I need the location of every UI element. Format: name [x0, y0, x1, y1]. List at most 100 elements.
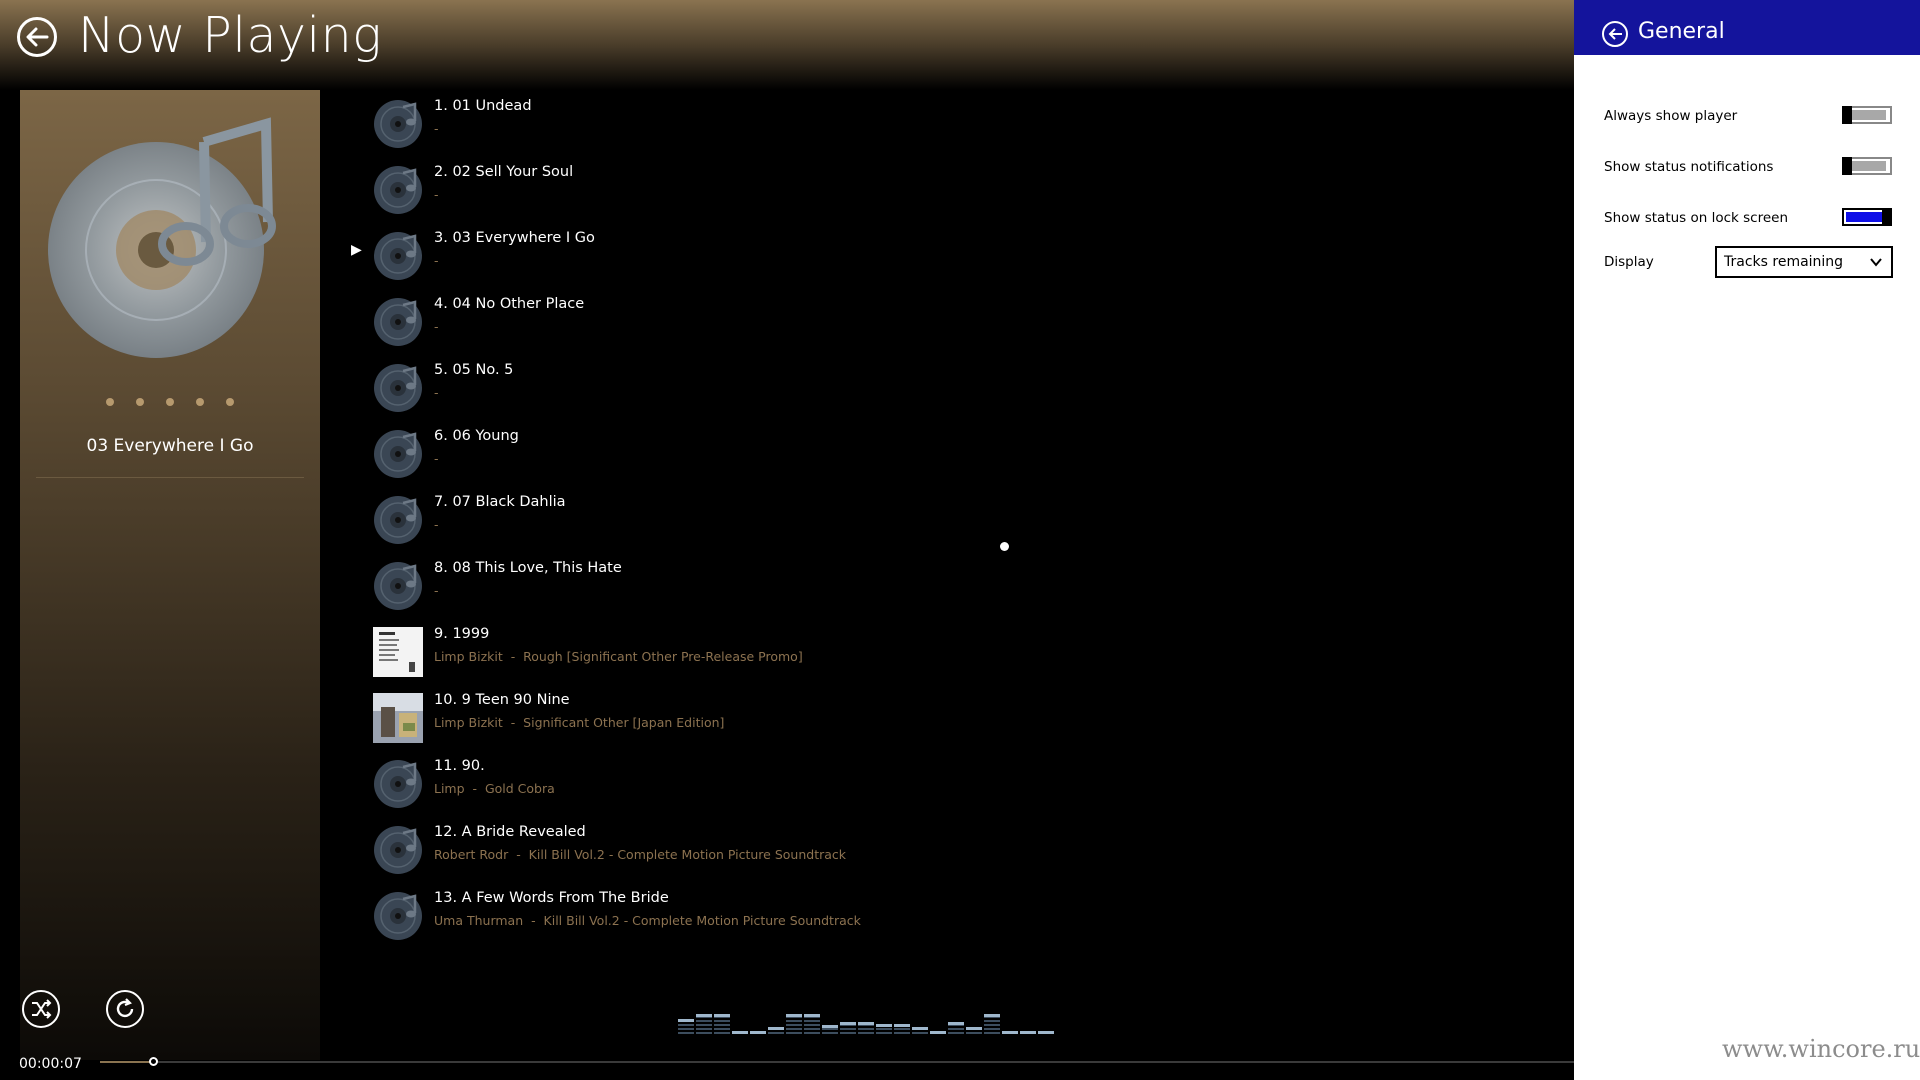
- playlist-track[interactable]: 1. 01 Undead -: [345, 94, 1245, 160]
- show-status-lock-screen-label: Show status on lock screen: [1604, 210, 1789, 226]
- rating-dot[interactable]: [166, 398, 174, 406]
- subtitle-separator: -: [464, 781, 485, 796]
- track-title: 11. 90.: [434, 758, 485, 774]
- equalizer-bar: [930, 1031, 946, 1034]
- now-playing-title: 03 Everywhere I Go: [86, 436, 254, 456]
- show-status-lock-screen-toggle[interactable]: [1842, 208, 1892, 226]
- equalizer-bar: [948, 1022, 964, 1034]
- playlist-track[interactable]: 7. 07 Black Dahlia -: [345, 490, 1245, 556]
- track-title: 2. 02 Sell Your Soul: [434, 164, 574, 180]
- equalizer-bar-cap: [930, 1031, 946, 1034]
- toggle-track: [1846, 212, 1882, 222]
- track-artist: -: [434, 253, 439, 268]
- now-playing-panel: 03 Everywhere I Go: [20, 90, 320, 1060]
- rating-dot[interactable]: [136, 398, 144, 406]
- playlist-track[interactable]: 10. 9 Teen 90 Nine Limp Bizkit - Signific…: [345, 688, 1245, 754]
- equalizer-bar-cap: [804, 1014, 820, 1017]
- playlist-track[interactable]: 8. 08 This Love, This Hate -: [345, 556, 1245, 622]
- arrow-left-icon: [1608, 28, 1622, 40]
- equalizer-bar-cap: [894, 1024, 910, 1027]
- track-artist: -: [434, 583, 439, 598]
- equalizer-visualizer: [678, 1000, 1054, 1034]
- rating-dots[interactable]: [20, 398, 320, 406]
- equalizer-bar: [1002, 1031, 1018, 1034]
- elapsed-time: 00:00:07: [19, 1056, 82, 1072]
- track-thumbnail: [373, 495, 423, 545]
- always-show-player-toggle[interactable]: [1842, 106, 1892, 124]
- playlist-track[interactable]: 5. 05 No. 5 -: [345, 358, 1245, 424]
- rating-dot[interactable]: [226, 398, 234, 406]
- track-artist: -: [434, 187, 439, 202]
- track-subtitle: Uma Thurman - Kill Bill Vol.2 - Complete…: [434, 913, 861, 929]
- album-art: [36, 102, 304, 382]
- toggle-track: [1850, 161, 1886, 171]
- track-title: 6. 06 Young: [434, 428, 519, 444]
- track-album: Kill Bill Vol.2 - Complete Motion Pictur…: [543, 913, 861, 928]
- watermark: www.wincore.ru: [1722, 1035, 1920, 1063]
- track-artist: Limp Bizkit: [434, 649, 503, 664]
- progress-slider[interactable]: [100, 1057, 1574, 1066]
- show-status-notifications-label: Show status notifications: [1604, 159, 1774, 175]
- display-select[interactable]: Tracks remaining: [1715, 246, 1893, 278]
- equalizer-bar: [714, 1014, 730, 1034]
- track-thumbnail: [373, 363, 423, 413]
- track-title: 3. 03 Everywhere I Go: [434, 230, 595, 246]
- equalizer-bar-cap: [1002, 1031, 1018, 1034]
- playlist-track[interactable]: 4. 04 No Other Place -: [345, 292, 1245, 358]
- equalizer-bar: [750, 1031, 766, 1034]
- show-status-notifications-toggle[interactable]: [1842, 157, 1892, 175]
- track-thumbnail: [373, 561, 423, 611]
- equalizer-bar: [732, 1031, 748, 1034]
- equalizer-bar-cap: [768, 1027, 784, 1030]
- playlist-track[interactable]: 12. A Bride Revealed Robert Rodr - Kill B…: [345, 820, 1245, 886]
- equalizer-bar: [912, 1027, 928, 1034]
- display-select-value: Tracks remaining: [1724, 254, 1844, 270]
- toggle-knob: [1882, 208, 1892, 226]
- track-subtitle: -: [434, 253, 595, 269]
- app-root: Now Playing 03 Everywhere I Go 00:00:07 …: [0, 0, 1920, 1080]
- track-title: 10. 9 Teen 90 Nine: [434, 692, 570, 708]
- equalizer-bar: [786, 1014, 802, 1034]
- subtitle-separator: -: [508, 847, 529, 862]
- track-artist: Uma Thurman: [434, 913, 524, 928]
- track-thumbnail: [373, 231, 423, 281]
- track-subtitle: Limp Bizkit - Significant Other [Japan E…: [434, 715, 724, 731]
- track-text: 8. 08 This Love, This Hate -: [434, 560, 622, 599]
- track-subtitle: -: [434, 385, 513, 401]
- equalizer-bar-cap: [966, 1027, 982, 1030]
- playlist-track[interactable]: 2. 02 Sell Your Soul -: [345, 160, 1245, 226]
- playlist-track[interactable]: 11. 90. Limp - Gold Cobra: [345, 754, 1245, 820]
- shuffle-button[interactable]: [22, 990, 60, 1028]
- track-subtitle: Robert Rodr - Kill Bill Vol.2 - Complete…: [434, 847, 846, 863]
- equalizer-bar-cap: [822, 1025, 838, 1028]
- playlist-track[interactable]: 9. 1999 Limp Bizkit - Rough [Significant …: [345, 622, 1245, 688]
- equalizer-bar-cap: [1020, 1031, 1036, 1034]
- track-thumbnail: [373, 891, 423, 941]
- toggle-track: [1850, 110, 1886, 120]
- subtitle-separator: -: [523, 913, 544, 928]
- track-text: 3. 03 Everywhere I Go -: [434, 230, 595, 269]
- display-label: Display: [1604, 254, 1654, 270]
- equalizer-bar: [822, 1025, 838, 1034]
- rating-dot[interactable]: [106, 398, 114, 406]
- repeat-button[interactable]: [106, 990, 144, 1028]
- equalizer-bar-cap: [696, 1014, 712, 1017]
- rating-dot[interactable]: [196, 398, 204, 406]
- track-title: 5. 05 No. 5: [434, 362, 514, 378]
- playlist-track[interactable]: 13. A Few Words From The Bride Uma Thurma…: [345, 886, 1245, 952]
- repeat-icon: [116, 998, 134, 1018]
- track-title: 8. 08 This Love, This Hate: [434, 560, 622, 576]
- track-subtitle: -: [434, 583, 622, 599]
- equalizer-bar: [768, 1027, 784, 1034]
- track-artist: -: [434, 517, 439, 532]
- equalizer-bar-cap: [984, 1014, 1000, 1017]
- subtitle-separator: -: [502, 649, 524, 664]
- settings-back-button[interactable]: [1602, 21, 1628, 47]
- track-album: Kill Bill Vol.2 - Complete Motion Pictur…: [528, 847, 847, 862]
- back-button[interactable]: [17, 17, 57, 57]
- playlist-track[interactable]: 6. 06 Young -: [345, 424, 1245, 490]
- track-title: 7. 07 Black Dahlia: [434, 494, 566, 510]
- playlist-track[interactable]: ▶ 3. 03 Everywhere I Go -: [345, 226, 1245, 292]
- equalizer-bar: [804, 1014, 820, 1034]
- progress-thumb[interactable]: [149, 1057, 158, 1066]
